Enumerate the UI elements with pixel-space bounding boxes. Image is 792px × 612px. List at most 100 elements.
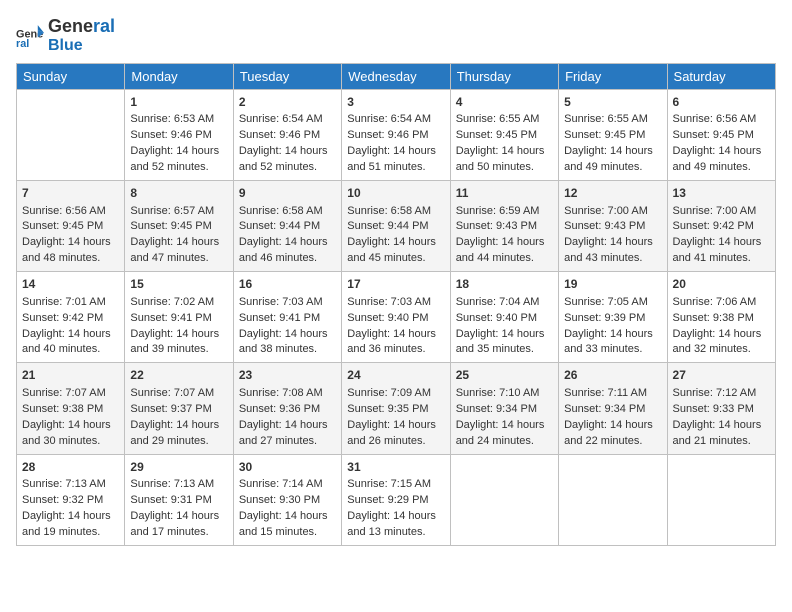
calendar-day-cell: 29Sunrise: 7:13 AMSunset: 9:31 PMDayligh…	[125, 454, 233, 545]
day-detail: Sunrise: 7:13 AM	[130, 477, 227, 493]
day-detail: Sunrise: 6:56 AM	[673, 112, 770, 128]
calendar-day-cell: 13Sunrise: 7:00 AMSunset: 9:42 PMDayligh…	[667, 181, 775, 272]
day-detail: Sunset: 9:34 PM	[564, 402, 661, 418]
day-detail: Daylight: 14 hours	[130, 418, 227, 434]
day-detail: Sunrise: 7:12 AM	[673, 386, 770, 402]
day-detail: Sunrise: 7:10 AM	[456, 386, 553, 402]
calendar-day-cell: 15Sunrise: 7:02 AMSunset: 9:41 PMDayligh…	[125, 272, 233, 363]
day-number: 5	[564, 94, 661, 111]
day-detail: Sunset: 9:45 PM	[564, 128, 661, 144]
day-detail: Daylight: 14 hours	[673, 327, 770, 343]
day-detail: and 39 minutes.	[130, 342, 227, 358]
calendar-day-cell: 4Sunrise: 6:55 AMSunset: 9:45 PMDaylight…	[450, 90, 558, 181]
day-detail: Sunrise: 7:05 AM	[564, 295, 661, 311]
day-detail: Sunrise: 7:04 AM	[456, 295, 553, 311]
day-detail: and 44 minutes.	[456, 251, 553, 267]
day-detail: Daylight: 14 hours	[564, 418, 661, 434]
day-detail: Daylight: 14 hours	[239, 418, 336, 434]
day-detail: Sunset: 9:29 PM	[347, 493, 444, 509]
day-number: 2	[239, 94, 336, 111]
day-detail: and 50 minutes.	[456, 160, 553, 176]
day-number: 19	[564, 276, 661, 293]
calendar-day-cell: 27Sunrise: 7:12 AMSunset: 9:33 PMDayligh…	[667, 363, 775, 454]
day-number: 25	[456, 367, 553, 384]
calendar-day-cell	[17, 90, 125, 181]
calendar-day-cell: 19Sunrise: 7:05 AMSunset: 9:39 PMDayligh…	[559, 272, 667, 363]
day-detail: and 26 minutes.	[347, 434, 444, 450]
day-detail: Sunrise: 7:13 AM	[22, 477, 119, 493]
day-detail: Daylight: 14 hours	[347, 418, 444, 434]
day-detail: Sunrise: 7:01 AM	[22, 295, 119, 311]
day-detail: Daylight: 14 hours	[347, 235, 444, 251]
day-detail: Daylight: 14 hours	[456, 327, 553, 343]
calendar-day-cell	[450, 454, 558, 545]
day-detail: and 45 minutes.	[347, 251, 444, 267]
day-number: 6	[673, 94, 770, 111]
day-detail: and 13 minutes.	[347, 525, 444, 541]
day-detail: Sunrise: 6:55 AM	[456, 112, 553, 128]
logo-blue: Blue	[48, 37, 83, 54]
day-number: 12	[564, 185, 661, 202]
day-detail: Daylight: 14 hours	[22, 418, 119, 434]
day-detail: Daylight: 14 hours	[347, 509, 444, 525]
calendar-day-cell: 1Sunrise: 6:53 AMSunset: 9:46 PMDaylight…	[125, 90, 233, 181]
calendar-day-cell: 14Sunrise: 7:01 AMSunset: 9:42 PMDayligh…	[17, 272, 125, 363]
day-number: 7	[22, 185, 119, 202]
day-detail: Daylight: 14 hours	[347, 327, 444, 343]
day-detail: Sunrise: 7:00 AM	[564, 204, 661, 220]
day-detail: Sunrise: 7:07 AM	[22, 386, 119, 402]
day-detail: and 24 minutes.	[456, 434, 553, 450]
day-detail: Sunset: 9:44 PM	[239, 219, 336, 235]
day-detail: Sunset: 9:35 PM	[347, 402, 444, 418]
day-detail: and 33 minutes.	[564, 342, 661, 358]
day-detail: Sunset: 9:40 PM	[456, 311, 553, 327]
day-number: 30	[239, 459, 336, 476]
calendar-body: 1Sunrise: 6:53 AMSunset: 9:46 PMDaylight…	[17, 90, 776, 546]
day-number: 17	[347, 276, 444, 293]
day-detail: Sunset: 9:45 PM	[22, 219, 119, 235]
day-detail: and 36 minutes.	[347, 342, 444, 358]
day-detail: Daylight: 14 hours	[239, 144, 336, 160]
day-number: 11	[456, 185, 553, 202]
day-detail: Sunset: 9:37 PM	[130, 402, 227, 418]
day-number: 20	[673, 276, 770, 293]
day-detail: Sunset: 9:41 PM	[130, 311, 227, 327]
calendar-day-cell: 5Sunrise: 6:55 AMSunset: 9:45 PMDaylight…	[559, 90, 667, 181]
day-detail: Sunset: 9:32 PM	[22, 493, 119, 509]
calendar-day-cell: 10Sunrise: 6:58 AMSunset: 9:44 PMDayligh…	[342, 181, 450, 272]
calendar-day-cell: 12Sunrise: 7:00 AMSunset: 9:43 PMDayligh…	[559, 181, 667, 272]
calendar-day-cell: 16Sunrise: 7:03 AMSunset: 9:41 PMDayligh…	[233, 272, 341, 363]
day-number: 18	[456, 276, 553, 293]
day-detail: Sunrise: 7:00 AM	[673, 204, 770, 220]
day-detail: Sunset: 9:46 PM	[130, 128, 227, 144]
day-number: 24	[347, 367, 444, 384]
day-detail: Daylight: 14 hours	[239, 235, 336, 251]
day-detail: Sunrise: 6:58 AM	[239, 204, 336, 220]
day-detail: Sunset: 9:38 PM	[22, 402, 119, 418]
calendar-header-cell: Sunday	[17, 64, 125, 90]
day-detail: Sunset: 9:31 PM	[130, 493, 227, 509]
day-detail: Daylight: 14 hours	[22, 509, 119, 525]
day-detail: Sunset: 9:30 PM	[239, 493, 336, 509]
day-detail: Sunset: 9:45 PM	[673, 128, 770, 144]
calendar-header-cell: Wednesday	[342, 64, 450, 90]
day-number: 13	[673, 185, 770, 202]
day-detail: Sunrise: 7:03 AM	[239, 295, 336, 311]
day-detail: Sunset: 9:42 PM	[673, 219, 770, 235]
day-detail: Sunset: 9:36 PM	[239, 402, 336, 418]
day-detail: Daylight: 14 hours	[673, 144, 770, 160]
day-number: 9	[239, 185, 336, 202]
day-detail: Daylight: 14 hours	[564, 235, 661, 251]
calendar-day-cell: 7Sunrise: 6:56 AMSunset: 9:45 PMDaylight…	[17, 181, 125, 272]
day-number: 1	[130, 94, 227, 111]
day-detail: and 27 minutes.	[239, 434, 336, 450]
calendar-header-cell: Tuesday	[233, 64, 341, 90]
day-detail: Daylight: 14 hours	[456, 144, 553, 160]
logo-general: General	[48, 16, 115, 36]
day-detail: Sunrise: 7:09 AM	[347, 386, 444, 402]
day-number: 31	[347, 459, 444, 476]
calendar-day-cell: 26Sunrise: 7:11 AMSunset: 9:34 PMDayligh…	[559, 363, 667, 454]
day-detail: Sunrise: 6:54 AM	[347, 112, 444, 128]
calendar-day-cell: 11Sunrise: 6:59 AMSunset: 9:43 PMDayligh…	[450, 181, 558, 272]
day-detail: Daylight: 14 hours	[130, 144, 227, 160]
